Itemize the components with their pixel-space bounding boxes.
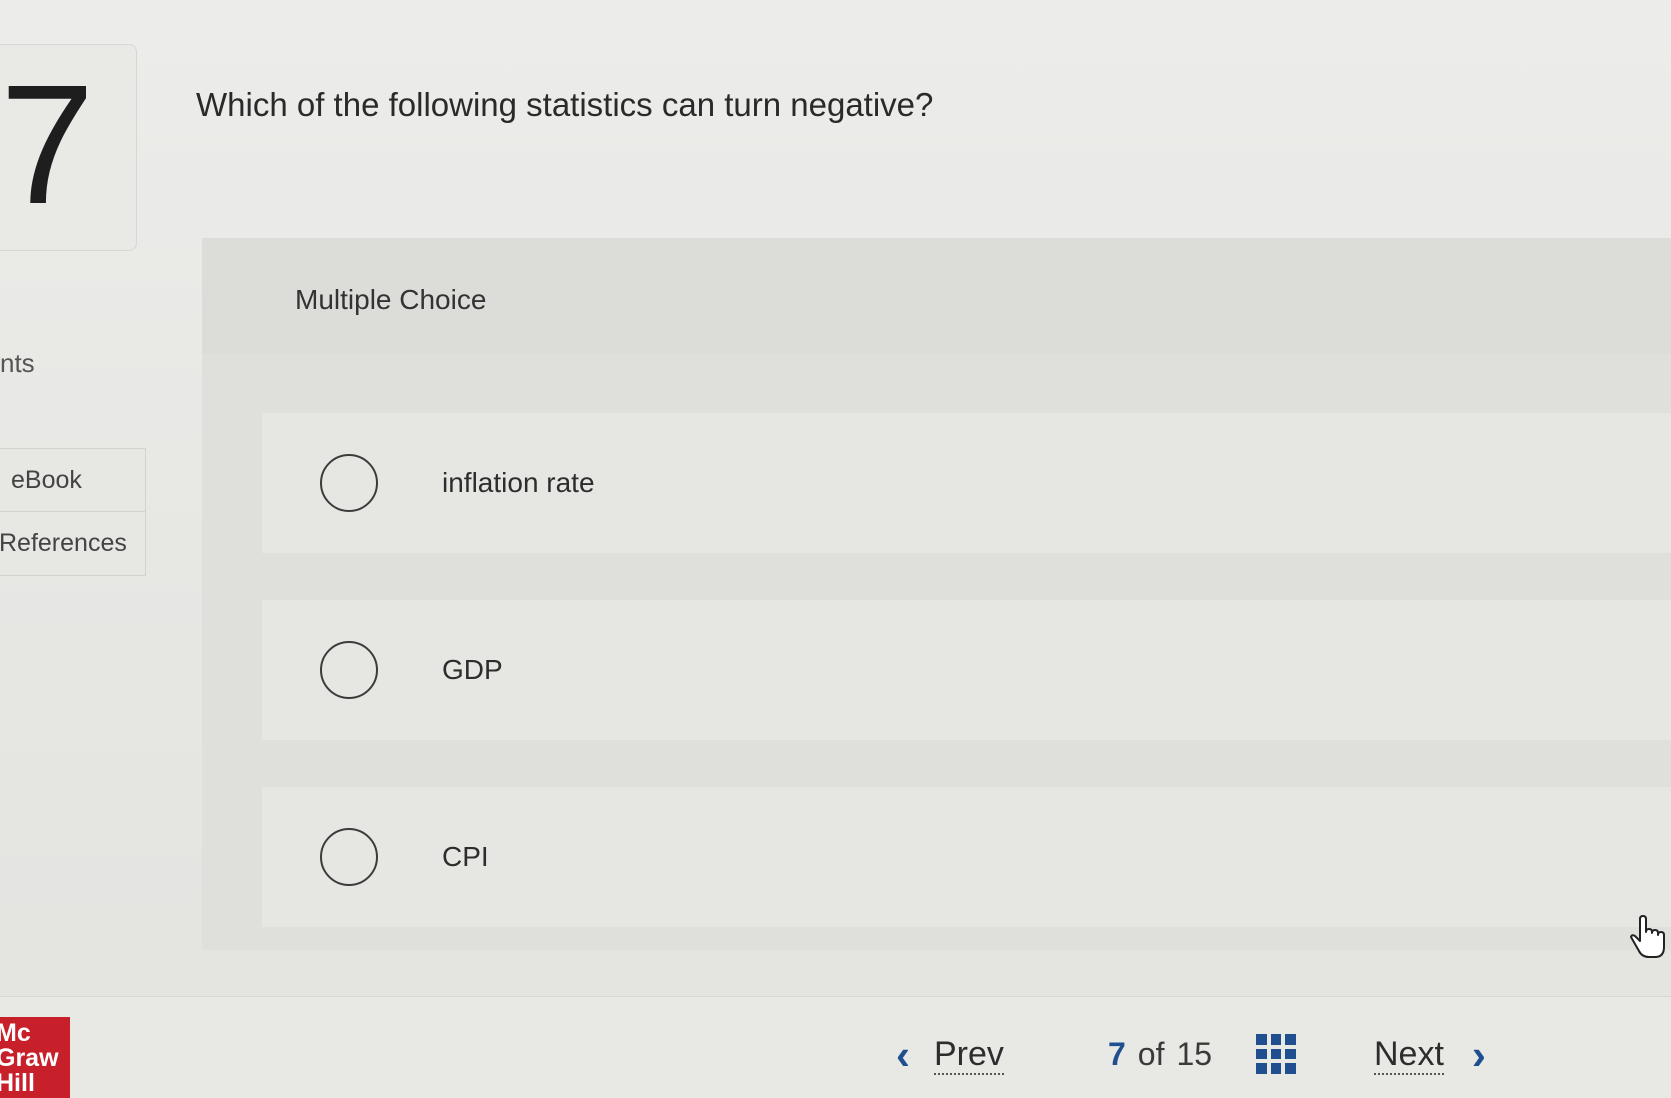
- hand-cursor-icon: [1630, 915, 1665, 958]
- multiple-choice-label: Multiple Choice: [295, 284, 487, 315]
- grid-icon[interactable]: [1256, 1034, 1296, 1074]
- option-inflation-rate[interactable]: inflation rate: [262, 413, 1671, 553]
- logo-line: Hill: [0, 1069, 35, 1097]
- radio-button[interactable]: [320, 454, 378, 512]
- multiple-choice-panel: Multiple Choice inflation rate GDP CPI: [202, 238, 1671, 950]
- radio-button[interactable]: [320, 641, 378, 699]
- ebook-tab[interactable]: eBook: [0, 448, 146, 512]
- option-cpi[interactable]: CPI: [262, 787, 1671, 927]
- option-label: CPI: [442, 841, 489, 872]
- question-text: Which of the following statistics can tu…: [196, 86, 934, 123]
- logo-line: Mc: [0, 1019, 31, 1047]
- logo-line: Graw: [0, 1044, 59, 1072]
- prev-label: Prev: [934, 1035, 1004, 1075]
- side-tabs: eBook References: [0, 448, 146, 576]
- total-pages: 15: [1176, 1036, 1213, 1072]
- page-indicator: 7 of 15: [1108, 1036, 1212, 1073]
- prev-button[interactable]: ‹ Prev: [896, 1034, 1004, 1076]
- next-button[interactable]: Next ›: [1374, 1034, 1486, 1076]
- quiz-page: 7 Which of the following statistics can …: [0, 0, 1671, 1098]
- references-tab[interactable]: References: [0, 512, 146, 576]
- next-label: Next: [1374, 1035, 1444, 1075]
- of-label: of: [1137, 1036, 1165, 1072]
- multiple-choice-header: Multiple Choice: [202, 238, 1671, 354]
- option-label: inflation rate: [442, 467, 595, 498]
- points-label: nts: [0, 348, 35, 378]
- chevron-left-icon: ‹: [896, 1031, 910, 1078]
- option-label: GDP: [442, 654, 503, 685]
- question-number: 7: [0, 50, 95, 240]
- current-page: 7: [1108, 1036, 1126, 1072]
- mcgraw-hill-logo: Mc Graw Hill: [0, 1017, 70, 1098]
- option-gdp[interactable]: GDP: [262, 600, 1671, 740]
- radio-button[interactable]: [320, 828, 378, 886]
- chevron-right-icon: ›: [1471, 1031, 1486, 1078]
